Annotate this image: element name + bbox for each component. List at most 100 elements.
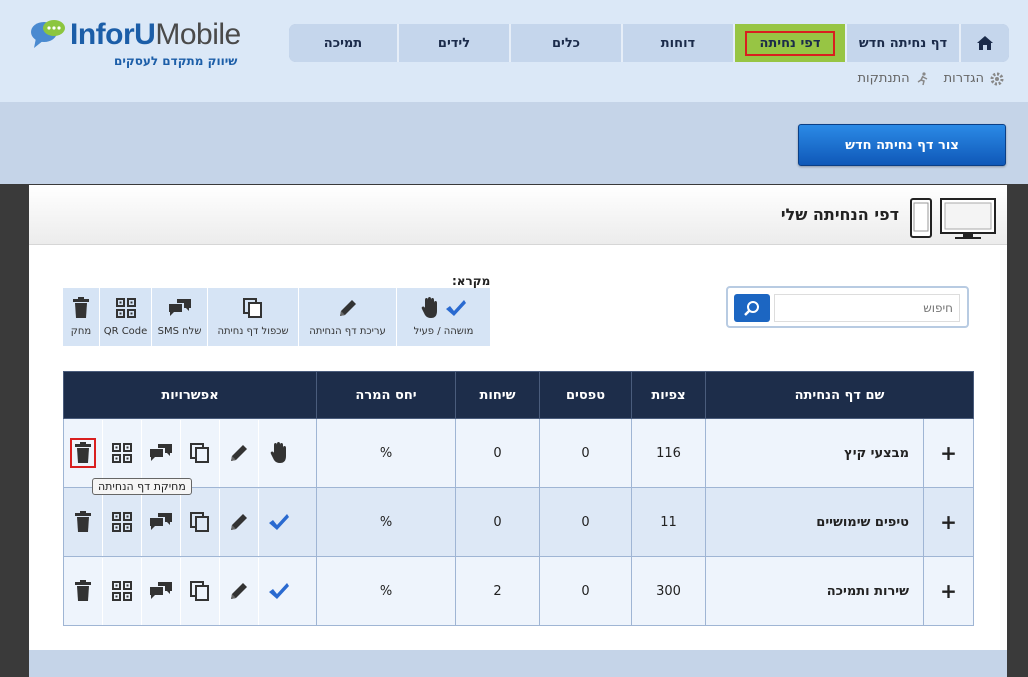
nav-tab-leads[interactable]: לידים: [399, 24, 511, 62]
action-band: צור דף נחיתה חדש: [0, 102, 1028, 184]
legend-item-status: מושהה / פעיל: [397, 288, 490, 346]
table-row: + מבצעי קיץ 116 0 0 % מחיקת דף הנחיתה: [63, 418, 974, 495]
qr-icon: [112, 512, 132, 532]
status-toggle-button[interactable]: [259, 489, 298, 556]
trash-icon: [75, 511, 91, 532]
nav-tab-reports[interactable]: דוחות: [623, 24, 735, 62]
send-sms-button[interactable]: [142, 419, 181, 487]
duplicate-button[interactable]: [181, 488, 220, 556]
nav-tab-tools[interactable]: כלים: [511, 24, 623, 62]
delete-button[interactable]: [64, 557, 103, 625]
trash-icon: [73, 297, 89, 318]
table-row: + שירות ותמיכה 300 0 2 %: [63, 556, 974, 626]
col-header-options: אפשרויות: [63, 371, 317, 419]
nav-tab-landing-pages[interactable]: דפי נחיתה: [735, 24, 847, 62]
legend-title: מקרא:: [452, 274, 491, 288]
qr-icon: [112, 581, 132, 601]
legend: מחק QR Code שלח SMS שכפול דף נחיתה עריכת…: [63, 288, 490, 346]
legend-item-sms: שלח SMS: [152, 288, 208, 346]
top-header: InforUMobile שיווק מתקדם לעסקים תמיכה לי…: [0, 0, 1028, 102]
brand-name: InforUMobile: [70, 18, 241, 51]
running-person-icon: [917, 71, 927, 85]
landing-page-name[interactable]: טיפים שימושיים: [705, 487, 924, 557]
logout-label: התנתקות: [857, 71, 910, 86]
settings-link[interactable]: הגדרות: [944, 71, 1004, 86]
qr-code-button[interactable]: [103, 419, 142, 487]
delete-button[interactable]: [64, 488, 103, 556]
duplicate-button[interactable]: [181, 419, 220, 487]
duplicate-icon: [190, 512, 209, 532]
duplicate-icon: [190, 443, 209, 463]
pencil-icon: [231, 514, 247, 530]
forms-cell: 0: [539, 556, 632, 626]
calls-cell: 0: [455, 487, 540, 557]
gear-icon: [990, 72, 1004, 85]
status-toggle-button[interactable]: [259, 558, 298, 625]
table-row: + טיפים שימושיים 11 0 0 %: [63, 487, 974, 557]
legend-item-delete: מחק: [63, 288, 100, 346]
logo[interactable]: InforUMobile שיווק מתקדם לעסקים: [30, 14, 260, 74]
search-input[interactable]: [774, 294, 960, 322]
settings-label: הגדרות: [943, 71, 984, 86]
col-header-name: שם דף הנחיתה: [705, 371, 974, 419]
views-cell: 116: [631, 418, 706, 488]
check-icon: [445, 300, 466, 316]
col-header-views: צפיות: [631, 371, 706, 419]
views-cell: 11: [631, 487, 706, 557]
panel-header: דפי הנחיתה שלי: [29, 185, 1007, 245]
calls-cell: 0: [455, 418, 540, 488]
utility-links: הגדרות התנתקות: [858, 71, 1004, 86]
forms-cell: 0: [539, 487, 632, 557]
options-cell: מחיקת דף הנחיתה: [63, 418, 317, 495]
edit-button[interactable]: [220, 419, 259, 487]
hand-stop-icon: [270, 442, 286, 463]
devices-icon: [910, 198, 996, 239]
forms-cell: 0: [539, 418, 632, 488]
edit-button[interactable]: [220, 557, 259, 625]
search-button[interactable]: [734, 294, 770, 322]
duplicate-button[interactable]: [181, 557, 220, 625]
edit-button[interactable]: [220, 488, 259, 556]
trash-icon: [75, 580, 91, 601]
nav-tab-new-landing-page[interactable]: דף נחיתה חדש: [847, 24, 961, 62]
create-landing-page-button[interactable]: צור דף נחיתה חדש: [798, 124, 1006, 166]
landing-page-name[interactable]: מבצעי קיץ: [705, 418, 924, 488]
table-header-row: שם דף הנחיתה צפיות טפסים שיחות יחס המרה …: [63, 371, 974, 419]
duplicate-icon: [243, 298, 262, 318]
bottom-strip: [29, 650, 1007, 677]
legend-item-duplicate: שכפול דף נחיתה: [208, 288, 299, 346]
conversion-cell: %: [316, 556, 456, 626]
legend-item-edit: עריכת דף הנחיתה: [299, 288, 397, 346]
qr-code-button[interactable]: [103, 557, 142, 625]
col-header-conversion: יחס המרה: [316, 371, 456, 419]
chat-bubbles-icon: [31, 20, 65, 48]
status-toggle-button[interactable]: [259, 420, 298, 487]
pencil-icon: [231, 583, 247, 599]
send-sms-button[interactable]: [142, 557, 181, 625]
calls-cell: 2: [455, 556, 540, 626]
views-cell: 300: [631, 556, 706, 626]
logout-link[interactable]: התנתקות: [858, 71, 930, 86]
expand-row-button[interactable]: +: [923, 487, 974, 557]
delete-tooltip: מחיקת דף הנחיתה: [92, 477, 192, 495]
landing-page-name[interactable]: שירות ותמיכה: [705, 556, 924, 626]
sms-icon: [168, 299, 191, 316]
expand-row-button[interactable]: +: [923, 418, 974, 488]
col-header-forms: טפסים: [539, 371, 632, 419]
nav-tab-support[interactable]: תמיכה: [289, 24, 399, 62]
home-button[interactable]: [961, 24, 1009, 62]
check-icon: [268, 583, 289, 599]
expand-row-button[interactable]: +: [923, 556, 974, 626]
conversion-cell: %: [316, 487, 456, 557]
trash-icon: [70, 438, 96, 468]
panel-title: דפי הנחיתה שלי: [780, 205, 899, 224]
landing-pages-table: שם דף הנחיתה צפיות טפסים שיחות יחס המרה …: [63, 371, 974, 626]
delete-button[interactable]: מחיקת דף הנחיתה: [64, 419, 192, 495]
main-nav: תמיכה לידים כלים דוחות דפי נחיתה דף נחית…: [289, 24, 1009, 62]
qr-code-button[interactable]: [103, 488, 142, 556]
home-icon: [977, 36, 993, 50]
pencil-icon: [231, 445, 247, 461]
sms-icon: [150, 444, 172, 461]
send-sms-button[interactable]: [142, 488, 181, 556]
sms-icon: [150, 582, 172, 599]
